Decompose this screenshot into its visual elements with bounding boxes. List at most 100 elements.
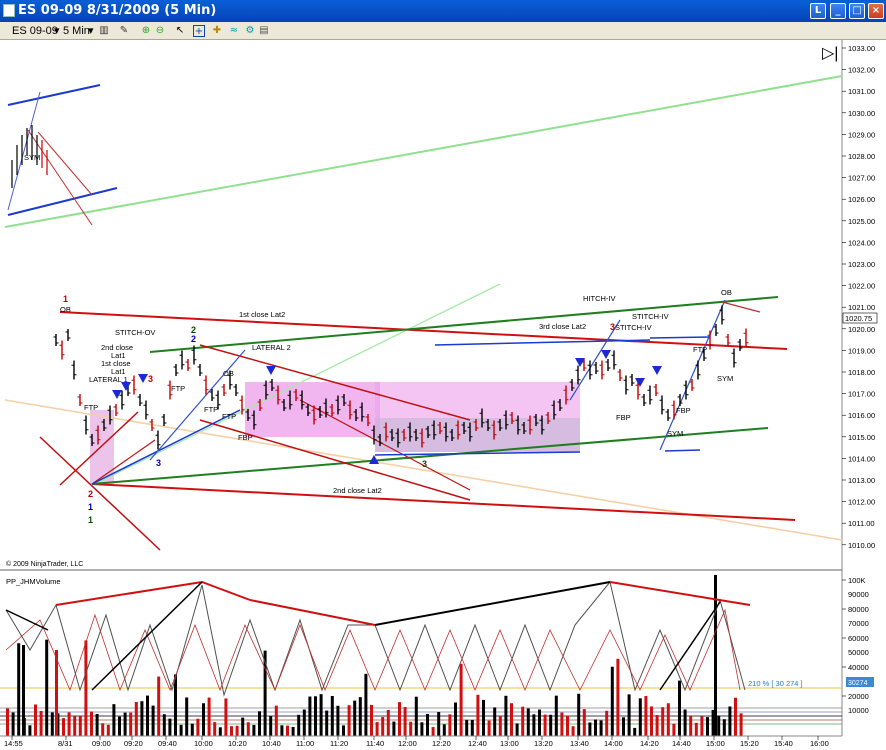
volume-bar — [588, 722, 592, 736]
volume-bar — [543, 714, 547, 736]
label-ftp-3: FTP — [204, 405, 218, 414]
strategies-icon[interactable]: ⚙ — [244, 25, 256, 37]
volume-bar — [734, 697, 737, 736]
volume-bar — [454, 702, 457, 736]
volume-bar — [84, 640, 88, 736]
window-title: ES 09-09 8/31/2009 (5 Min) — [18, 3, 217, 18]
time-tick-label: 12:00 — [398, 739, 417, 748]
zone-box-2 — [245, 382, 380, 437]
volume-bar — [510, 703, 513, 736]
maximize-button[interactable]: □ — [849, 3, 865, 19]
volume-bar — [50, 712, 54, 736]
data-box-icon[interactable]: ▤ — [258, 25, 270, 37]
time-tick-label: 11:00 — [296, 739, 314, 748]
time-tick-label: 12:40 — [468, 739, 487, 748]
volume-tick-label: 40000 — [848, 663, 869, 672]
indicators-icon[interactable]: ≈ — [228, 25, 240, 37]
volume-tick-label: 10000 — [848, 706, 869, 715]
volume-bar — [11, 712, 15, 736]
volume-bar — [717, 715, 721, 736]
zoom-out-icon[interactable]: ⊖ — [154, 25, 166, 37]
volume-bar — [6, 708, 9, 736]
volume-bar — [168, 718, 172, 736]
label-1-blue: 1 — [88, 502, 93, 512]
volume-bar — [112, 704, 116, 736]
volume-bar — [162, 714, 166, 736]
volume-bar — [353, 700, 357, 736]
bar-type-icon[interactable]: ▥ — [98, 25, 110, 37]
label-3-red-b: 3 — [610, 322, 615, 332]
label-3-green: 3 — [422, 459, 427, 469]
time-tick-label: 8/31 — [58, 739, 73, 748]
interval-selector[interactable]: 5 Min — [63, 24, 90, 38]
time-tick-label: 12:20 — [432, 739, 451, 748]
volume-bar — [314, 696, 317, 736]
volume-zigzags — [5, 580, 751, 697]
price-tick-label: 1030.00 — [848, 109, 875, 118]
properties-icon[interactable]: ✚ — [211, 25, 223, 37]
label-ftp-1: FTP — [84, 403, 98, 412]
draw-pen-icon[interactable]: ✎ — [118, 25, 130, 37]
volume-bar — [62, 718, 65, 736]
volume-bar — [118, 716, 121, 736]
volume-bar — [739, 713, 743, 736]
time-tick-label: 10:40 — [262, 739, 281, 748]
volume-bar — [605, 710, 609, 736]
label-stitch-ov: STITCH-OV — [115, 328, 155, 337]
price-tick-label: 1032.00 — [848, 66, 875, 75]
volume-bar — [196, 718, 200, 736]
volume-bar — [638, 698, 642, 736]
time-tick-label: 09:00 — [92, 739, 111, 748]
time-tick-label: 13:20 — [534, 739, 553, 748]
volume-bar — [694, 722, 698, 736]
close-button[interactable]: × — [868, 3, 884, 19]
volume-bar — [627, 694, 631, 736]
volume-bar — [431, 727, 435, 736]
minimize-button[interactable]: _ — [830, 3, 846, 19]
volume-bar — [246, 722, 250, 736]
volume-bar — [106, 724, 110, 736]
extra-button[interactable]: L — [810, 3, 826, 19]
time-tick-label: 09:20 — [124, 739, 143, 748]
price-tick-label: 1011.00 — [848, 519, 875, 528]
label-2-blue: 2 — [191, 334, 196, 344]
time-axis: 8/31 09:00 09:20 09:40 10:00 10:20 10:40 11:00 1… — [4, 736, 829, 748]
label-1-green: 1 — [88, 515, 93, 525]
zoom-in-icon[interactable]: ⊕ — [140, 25, 152, 37]
volume-bar — [622, 717, 625, 736]
volume-bar — [55, 650, 58, 736]
volume-bar — [123, 712, 127, 736]
label-stitch-iv-a: STITCH-IV — [615, 323, 652, 332]
volume-bar — [151, 705, 155, 736]
interval-dropdown-icon[interactable]: ▾ — [88, 24, 94, 38]
label-ftp-5: FTP — [693, 345, 707, 354]
price-tick-label: 1025.00 — [848, 217, 875, 226]
price-panel — [0, 40, 842, 570]
label-3-blue: 3 — [156, 458, 161, 468]
time-tick-label: 09:40 — [158, 739, 177, 748]
volume-tick-label: 50000 — [848, 648, 869, 657]
volume-bar — [330, 695, 334, 736]
volume-tick-label: 90000 — [848, 590, 869, 599]
volume-bar — [213, 722, 217, 736]
cursor-icon[interactable]: ↖ — [174, 25, 186, 37]
time-tick-label: 11:40 — [366, 739, 384, 748]
crosshair-icon[interactable]: + — [193, 25, 205, 37]
label-fbp-3: FBP — [676, 406, 691, 415]
instrument-dropdown-icon[interactable]: ▾ — [54, 24, 60, 38]
price-tick-label: 1022.00 — [848, 282, 875, 291]
volume-bar — [392, 721, 396, 736]
volume-bar — [470, 719, 474, 736]
volume-bar — [538, 709, 541, 736]
scroll-end-icon[interactable]: ▷| — [822, 45, 838, 62]
volume-bar — [599, 720, 603, 736]
price-tick-label: 1018.00 — [848, 368, 875, 377]
volume-bar — [252, 724, 256, 736]
price-chart[interactable]: 1 OB STITCH-OV 2 2 2nd close Lat1 1st cl… — [0, 40, 886, 750]
label-sym-2: SYM — [717, 374, 733, 383]
label-sym-1: SYM — [667, 429, 683, 438]
volume-bar — [476, 694, 480, 736]
volume-bar — [190, 723, 194, 736]
instrument-selector[interactable]: ES 09-09 — [12, 24, 58, 38]
time-tick-label: 15:00 — [706, 739, 725, 748]
